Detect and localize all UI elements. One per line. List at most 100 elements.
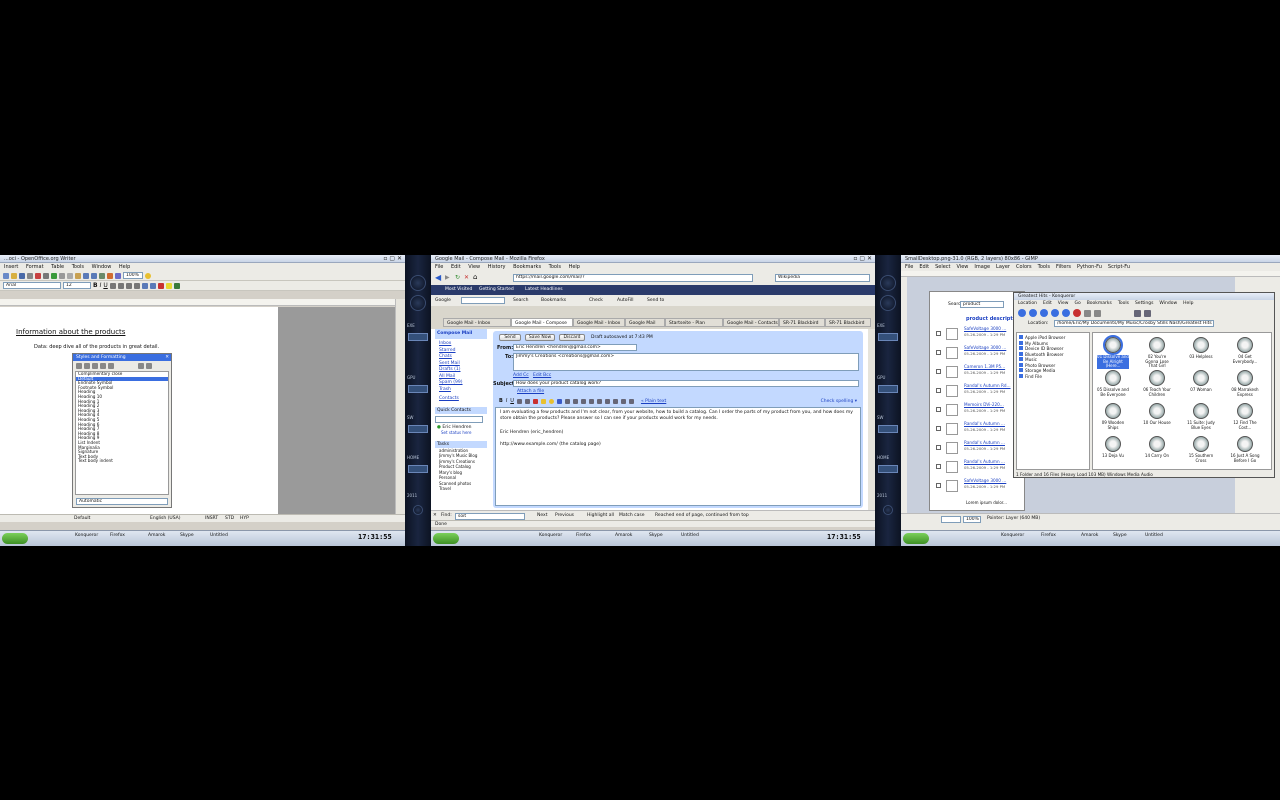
product-row[interactable]: SafeVoltage 3000 ... 05-26-2009 - 1:29 PM <box>934 478 1006 495</box>
print-icon[interactable] <box>43 272 49 279</box>
file-label[interactable]: 07 Woman <box>1185 387 1217 393</box>
file-label[interactable]: 15 Southern Cross <box>1185 453 1217 463</box>
stop-icon[interactable] <box>1073 309 1081 317</box>
row-checkbox[interactable] <box>936 350 941 355</box>
file-label[interactable]: 04 Get Everybody... <box>1229 354 1261 364</box>
quote-icon[interactable] <box>596 398 602 404</box>
home-icon[interactable]: ⌂ <box>473 273 477 281</box>
konqueror-menu-item[interactable]: Go <box>1074 301 1080 306</box>
audio-file-icon[interactable] <box>1193 403 1209 419</box>
audio-file-icon[interactable] <box>1149 403 1165 419</box>
attach-file-link[interactable]: Attach a file <box>517 389 544 394</box>
row-checkbox[interactable] <box>936 388 941 393</box>
tab-gmail-contacts[interactable]: Google Mail - Contacts <box>723 318 779 327</box>
google-sendto-button[interactable]: Send to <box>647 295 664 306</box>
new-style-icon[interactable] <box>146 362 152 369</box>
location-input[interactable]: /home/Eric/My Documents/My Music/Crosby … <box>1054 320 1214 327</box>
reload-icon[interactable]: ↻ <box>455 274 460 281</box>
tab-gmail[interactable]: Google Mail <box>625 318 665 327</box>
text-color-icon[interactable] <box>532 398 538 404</box>
redo-icon[interactable] <box>91 272 97 279</box>
indent-less-icon[interactable] <box>580 398 586 404</box>
style-item[interactable]: Text body indent <box>76 459 168 464</box>
remove-format-icon[interactable] <box>628 398 634 404</box>
contacts-search-input[interactable] <box>435 415 483 423</box>
gmail-label-item[interactable]: Travel <box>439 486 487 492</box>
konqueror-menu-item[interactable]: Location <box>1018 301 1037 306</box>
menu-bookmarks[interactable]: Bookmarks <box>513 264 541 270</box>
firefox-vertical-scrollbar[interactable] <box>868 329 875 510</box>
konqueror-menu-item[interactable]: Window <box>1159 301 1177 306</box>
underline-icon[interactable]: U <box>510 398 514 404</box>
product-title[interactable]: SafeVoltage 3000 ... <box>964 345 1006 350</box>
menu-tools[interactable]: Tools <box>72 264 84 270</box>
stop-icon[interactable]: ✕ <box>464 274 469 281</box>
gmail-nav-item[interactable]: Trash <box>439 387 487 394</box>
tab-startseite[interactable]: Startseite - Plan <box>665 318 723 327</box>
highlight-icon[interactable] <box>165 282 172 289</box>
gimp-menu-item[interactable]: Filters <box>1056 264 1071 270</box>
gimp-menu-item[interactable]: Select <box>935 264 950 270</box>
start-button[interactable] <box>433 533 459 544</box>
audio-file-icon[interactable] <box>1193 436 1209 452</box>
taskbar-clock[interactable]: 17:31:55 <box>358 533 392 541</box>
file-label[interactable]: 03 Helpless <box>1185 354 1217 360</box>
gimp-menu-item[interactable]: Python-Fu <box>1077 264 1102 270</box>
product-title[interactable]: SafeVoltage 3000 ... <box>964 478 1006 483</box>
product-row[interactable]: Randal's Autumn Rd... 05-26-2009 - 1:29 P… <box>934 383 1011 400</box>
align-right-icon[interactable] <box>125 282 132 289</box>
file-label[interactable]: 11 Suite: Judy Blue Eyes <box>1185 420 1217 430</box>
tab-gmail-inbox-2[interactable]: Google Mail - Inbox <box>573 318 625 327</box>
fill-format-icon[interactable] <box>138 362 144 369</box>
taskbar-clock[interactable]: 17:31:55 <box>827 533 861 541</box>
menu-help[interactable]: Help <box>119 264 130 270</box>
audio-file-icon[interactable] <box>1105 403 1121 419</box>
forward-icon[interactable] <box>1029 309 1037 317</box>
taskbar-item-firefox[interactable]: Firefox <box>576 532 591 539</box>
audio-file-icon[interactable] <box>1149 436 1165 452</box>
audio-file-icon[interactable] <box>1149 337 1165 353</box>
unit-select[interactable] <box>941 516 961 523</box>
paragraph-styles-icon[interactable] <box>76 362 82 369</box>
taskbar-item-skype[interactable]: Skype <box>1113 532 1127 539</box>
find-input[interactable]: soit <box>455 513 525 520</box>
styles-filter-select[interactable]: Automatic <box>76 498 168 505</box>
menu-window[interactable]: Window <box>92 264 112 270</box>
taskbar-item-amarok[interactable]: Amarok <box>615 532 632 539</box>
product-title[interactable]: Randal's Autumn ... <box>964 440 1005 445</box>
font-color-icon[interactable] <box>157 282 164 289</box>
spellcheck-icon[interactable] <box>51 272 57 279</box>
audio-file-icon[interactable] <box>1193 337 1209 353</box>
back-icon[interactable]: ◀ <box>435 273 441 282</box>
font-icon[interactable] <box>516 398 522 404</box>
tab-sr71-1[interactable]: SR-71 Blackbird <box>779 318 825 327</box>
gimp-menu-item[interactable]: View <box>957 264 969 270</box>
cut-icon[interactable] <box>59 272 65 279</box>
font-name-box[interactable]: Arial <box>3 282 61 289</box>
menu-help[interactable]: Help <box>569 264 580 270</box>
konqueror-menu-item[interactable]: View <box>1058 301 1069 306</box>
gimp-menu-item[interactable]: Layer <box>996 264 1010 270</box>
product-row[interactable]: Randal's Autumn ... 05-26-2009 - 1:29 PM <box>934 421 1005 438</box>
undo-icon[interactable] <box>83 272 89 279</box>
taskbar-item-untitled[interactable]: Untitled <box>681 532 699 539</box>
file-label[interactable]: 02 You're Gonna Lose That Girl <box>1141 354 1173 369</box>
product-row[interactable]: SafeVoltage 3000 ... 05-26-2009 - 1:29 PM <box>934 326 1006 343</box>
audio-file-icon[interactable] <box>1237 436 1253 452</box>
home-icon[interactable] <box>1051 309 1059 317</box>
taskbar-item-konqueror[interactable]: Konqueror <box>539 532 562 539</box>
file-label[interactable]: 09 Wooden Ships <box>1097 420 1129 430</box>
file-label[interactable]: 08 Marrakesh Express <box>1229 387 1261 397</box>
product-title[interactable]: Randal's Autumn ... <box>964 459 1005 464</box>
tab-sr71-2[interactable]: SR-71 Blackbird <box>825 318 871 327</box>
search-by-select[interactable]: product <box>960 301 1004 308</box>
bookmark-getting-started[interactable]: Getting Started <box>479 285 514 295</box>
send-button[interactable]: Send <box>499 334 521 341</box>
audio-file-icon[interactable] <box>1237 403 1253 419</box>
row-checkbox[interactable] <box>936 407 941 412</box>
font-size-box[interactable]: 12 <box>63 282 91 289</box>
audio-file-icon[interactable] <box>1103 335 1123 355</box>
file-label[interactable]: 10 Our House <box>1141 420 1173 426</box>
taskbar-item-konqueror[interactable]: Konqueror <box>75 532 98 539</box>
detail-view-icon[interactable] <box>1144 309 1151 317</box>
